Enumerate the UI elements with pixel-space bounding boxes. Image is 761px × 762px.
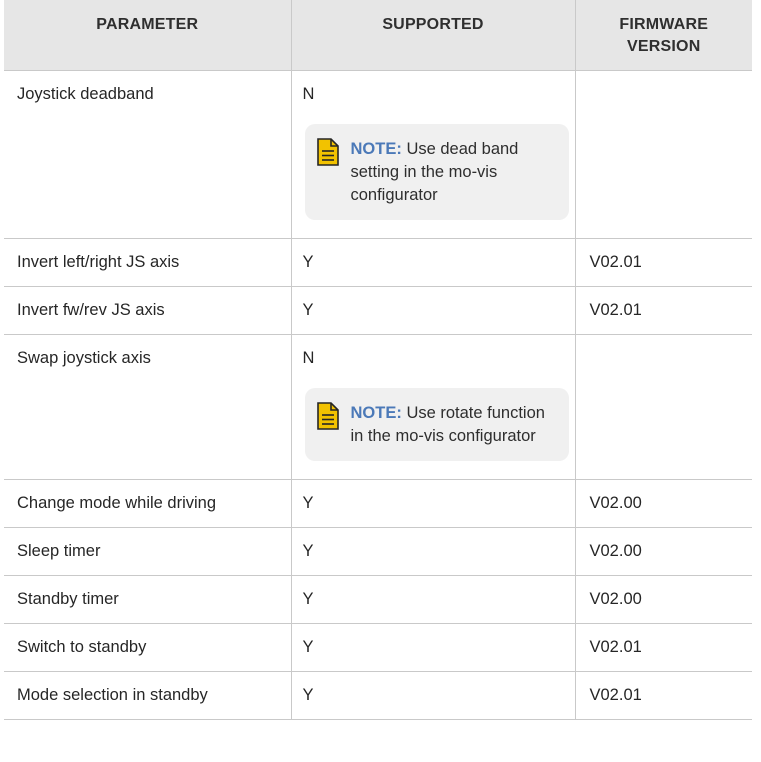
cell-firmware: V02.01: [574, 238, 752, 286]
supported-value: N: [302, 348, 315, 367]
parameter-table: PARAMETER SUPPORTED FIRMWARE VERSION Joy…: [4, 0, 752, 720]
cell-firmware: V02.00: [574, 575, 752, 623]
cell-supported: Y: [290, 479, 575, 527]
cell-supported: Y: [290, 286, 575, 334]
table-row: Mode selection in standby Y V02.01: [4, 671, 752, 719]
cell-parameter: Invert fw/rev JS axis: [17, 300, 165, 319]
table-row: Change mode while driving Y V02.00: [4, 479, 752, 527]
table-row: Invert left/right JS axis Y V02.01: [4, 238, 752, 286]
note-text: NOTE: Use rotate function in the mo-vis …: [351, 402, 557, 448]
cell-parameter: Swap joystick axis: [17, 348, 151, 367]
note-label: NOTE:: [350, 139, 402, 158]
header-parameter: PARAMETER: [96, 16, 199, 33]
supported-value: N: [302, 84, 315, 103]
cell-supported: Y: [290, 527, 575, 575]
cell-parameter: Invert left/right JS axis: [17, 252, 180, 271]
note-document-icon: [316, 401, 341, 448]
cell-firmware: V02.01: [574, 671, 752, 719]
cell-firmware: [574, 334, 752, 479]
page: PARAMETER SUPPORTED FIRMWARE VERSION Joy…: [0, 0, 761, 762]
note-box: NOTE: Use rotate function in the mo-vis …: [304, 387, 569, 461]
cell-firmware: V02.00: [574, 527, 752, 575]
header-firmware-version: FIRMWARE VERSION: [574, 0, 752, 70]
cell-supported: Y: [290, 238, 575, 286]
cell-firmware: V02.00: [574, 479, 752, 527]
note-document-icon: [316, 137, 341, 207]
cell-supported: Y: [290, 671, 575, 719]
cell-firmware: V02.01: [574, 286, 752, 334]
header-supported: SUPPORTED: [290, 0, 575, 70]
table-row: Switch to standby Y V02.01: [4, 623, 752, 671]
cell-firmware: [574, 70, 752, 238]
table-header: PARAMETER SUPPORTED FIRMWARE VERSION: [4, 0, 752, 70]
cell-supported: N NOTE: Use dead band setting in the mo-…: [290, 70, 575, 238]
cell-parameter: Joystick deadband: [17, 84, 154, 103]
cell-parameter: Sleep timer: [17, 541, 101, 560]
table-row: Sleep timer Y V02.00: [4, 527, 752, 575]
header-row: PARAMETER SUPPORTED FIRMWARE VERSION: [4, 0, 752, 70]
note-label: NOTE:: [350, 403, 402, 422]
table-row: Invert fw/rev JS axis Y V02.01: [4, 286, 752, 334]
cell-parameter: Switch to standby: [17, 637, 147, 656]
table-row: Swap joystick axis N NOTE: Use rotate fu…: [4, 334, 752, 479]
table-row: Joystick deadband N NOTE: Use dead band …: [4, 70, 752, 238]
table-row: Standby timer Y V02.00: [4, 575, 752, 623]
cell-supported: Y: [290, 575, 575, 623]
cell-parameter: Mode selection in standby: [17, 685, 208, 704]
note-box: NOTE: Use dead band setting in the mo-vi…: [304, 123, 569, 220]
cell-supported: Y: [290, 623, 575, 671]
cell-parameter-text: Change mode while driving: [17, 493, 217, 512]
cell-supported: N NOTE: Use rotate function in the mo-vi…: [290, 334, 575, 479]
cell-parameter: Change mode while driving: [4, 479, 291, 527]
cell-firmware: V02.01: [574, 623, 752, 671]
cell-parameter: Standby timer: [17, 589, 119, 608]
note-text: NOTE: Use dead band setting in the mo-vi…: [351, 138, 557, 207]
